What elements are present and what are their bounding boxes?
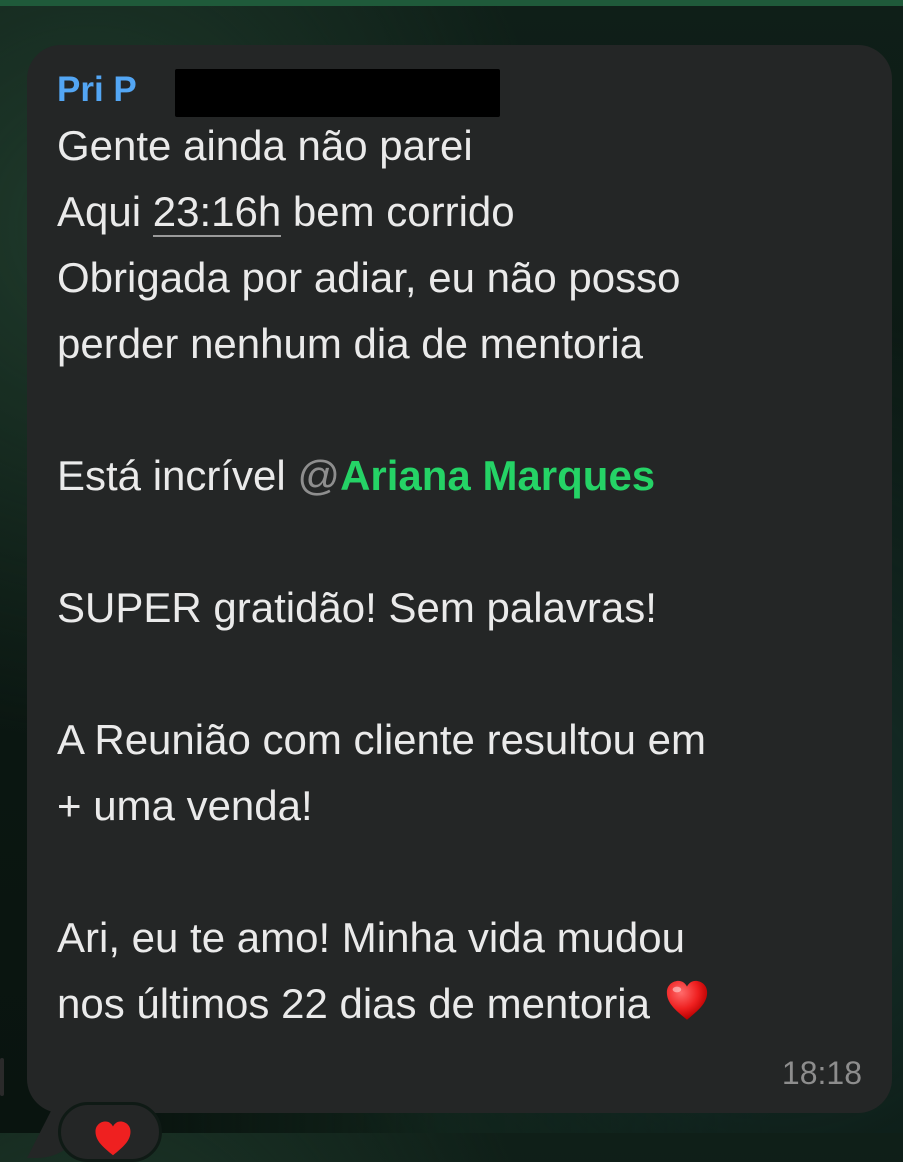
- sender-name[interactable]: Pri P: [57, 70, 137, 109]
- mention-link[interactable]: Ariana Marques: [340, 452, 655, 499]
- message-line-1: Gente ainda não parei: [57, 122, 473, 169]
- message-line-10: nos últimos 22 dias de mentoria: [57, 971, 862, 1037]
- heart-reaction-icon: [95, 1121, 131, 1156]
- redaction-bar: [175, 69, 500, 117]
- message-line-5: Está incrível @Ariana Marques: [57, 443, 862, 509]
- message-line-5-prefix: Está incrível: [57, 452, 298, 499]
- mention-at: @: [297, 452, 341, 499]
- time-link[interactable]: 23:16h: [152, 188, 282, 237]
- message-line-4: perder nenhum dia de mentoria: [57, 320, 644, 367]
- message-bubble[interactable]: Pri P Gente ainda não parei Aqui 23:16h …: [27, 45, 892, 1158]
- red-heart-icon: [666, 980, 708, 1020]
- message-line-8: + uma venda!: [57, 782, 313, 829]
- message-line-9: Ari, eu te amo! Minha vida mudou: [57, 914, 685, 961]
- message-line-6: SUPER gratidão! Sem palavras!: [57, 584, 657, 631]
- message-body: Gente ainda não parei Aqui 23:16h bem co…: [57, 113, 862, 1037]
- sender-row: Pri P: [57, 67, 862, 117]
- message-line-2: Aqui 23:16h bem corrido: [57, 179, 862, 245]
- message-line-2-suffix: bem corrido: [281, 188, 515, 235]
- reaction-bubble[interactable]: [58, 1102, 162, 1162]
- message-line-10-text: nos últimos 22 dias de mentoria: [57, 980, 650, 1027]
- top-strip: [0, 0, 903, 6]
- message-line-3: Obrigada por adiar, eu não posso: [57, 254, 681, 301]
- message-timestamp: 18:18: [781, 1055, 862, 1091]
- message-line-7: A Reunião com cliente resultou em: [57, 716, 707, 763]
- left-edge-fragment: [0, 1058, 4, 1096]
- message-line-2-prefix: Aqui: [57, 188, 153, 235]
